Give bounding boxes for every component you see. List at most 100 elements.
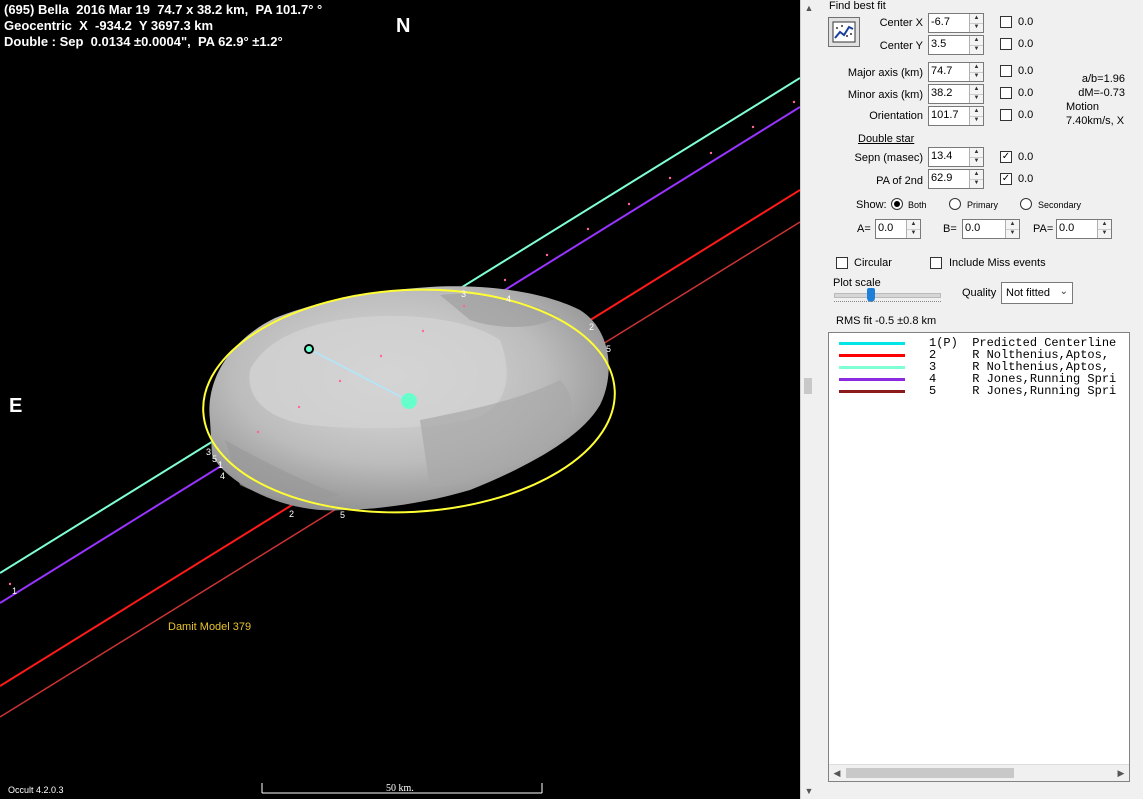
chord-label-1-left: 1 [12,586,17,596]
scroll-left-arrow-icon[interactable]: ◀ [829,765,845,781]
chord-label-2-right: 2 [589,322,594,332]
motion-label: Motion [1066,101,1100,113]
legend-text: 5 R Jones,Running Spri [929,384,1117,398]
plot-scale-slider-thumb[interactable] [867,288,875,302]
primary-center-marker [401,393,417,409]
chord-label-3-left: 3 [206,447,211,457]
orientation-spinner[interactable]: 101.7 ▲ ▼ [928,106,984,126]
chart-fit-icon [832,21,856,43]
plot-canvas: 3 4 2 5 2 5 1 1 3 4 5 [0,77,800,794]
pa-value[interactable]: 0.0 [1059,222,1074,234]
major-axis-checkbox[interactable] [1000,65,1012,77]
b-spinner[interactable]: 0.0 ▲ ▼ [962,219,1020,239]
show-both-radio[interactable] [891,198,903,210]
center-x-checkbox[interactable] [1000,16,1012,28]
center-y-value[interactable]: 3.5 [931,38,946,50]
center-y-checkbox[interactable] [1000,38,1012,50]
b-label: B= [943,223,957,235]
sepn-spinner[interactable]: 13.4 ▲ ▼ [928,147,984,167]
orientation-checkbox[interactable] [1000,109,1012,121]
chord-label-4-left: 4 [220,471,225,481]
show-secondary-label: Secondary [1038,200,1082,210]
pa-2nd-label: PA of 2nd [876,175,923,187]
a-spinner[interactable]: 0.0 ▲ ▼ [875,219,921,239]
minor-axis-check-label: 0.0 [1018,87,1034,99]
spin-down-icon[interactable]: ▼ [970,179,983,188]
panel-vertical-scrollbar[interactable]: ▲ ▼ [800,0,817,799]
find-best-fit-label: Find best fit [829,0,886,12]
minor-axis-value[interactable]: 38.2 [931,87,952,99]
center-y-spinner[interactable]: 3.5 ▲ ▼ [928,35,984,55]
spin-down-icon[interactable]: ▼ [970,157,983,166]
scroll-down-arrow-icon[interactable]: ▼ [801,783,817,799]
include-miss-checkbox[interactable] [930,257,942,269]
orientation-value[interactable]: 101.7 [931,109,959,121]
center-y-label: Center Y [879,40,923,52]
show-primary-radio[interactable] [949,198,961,210]
scale-label: 50 km. [386,783,414,794]
major-axis-value[interactable]: 74.7 [931,65,952,77]
a-value[interactable]: 0.0 [878,222,893,234]
minor-axis-checkbox[interactable] [1000,87,1012,99]
minor-axis-spinner[interactable]: 38.2 ▲ ▼ [928,84,984,104]
spin-down-icon[interactable]: ▼ [970,72,983,81]
pa-2nd-checkbox[interactable]: ✓ [1000,173,1012,185]
chord-label-5-bottom: 5 [340,510,345,520]
ab-ratio: a/b=1.96 [1081,73,1125,85]
version-label: Occult 4.2.0.3 [8,785,64,795]
spin-down-icon[interactable]: ▼ [1098,229,1111,238]
plot-scale-slider-track[interactable] [834,293,941,298]
b-value[interactable]: 0.0 [965,222,980,234]
chord-label-2-bottom: 2 [289,509,294,519]
chord-label-4-top: 4 [506,294,511,304]
a-label: A= [857,223,871,235]
orientation-label: Orientation [869,110,923,122]
east-label: E [9,395,23,417]
occultation-plot: 3 4 2 5 2 5 1 1 3 4 5 (695) Bella 2016 M… [0,0,800,799]
legend-horizontal-scrollbar[interactable]: ◀ ▶ [829,764,1129,781]
center-x-label: Center X [879,17,923,29]
header-double: Double : Sep 0.0134 ±0.0004", PA 62.9° ±… [4,34,283,49]
plot-scale-ticks [834,301,941,305]
chord-label-1-edge: 1 [218,460,223,470]
sepn-label: Sepn (masec) [854,152,923,164]
pa-2nd-spinner[interactable]: 62.9 ▲ ▼ [928,169,984,189]
legend-swatch [839,354,905,357]
legend-swatch [839,378,905,381]
scroll-up-arrow-icon[interactable]: ▲ [801,0,817,16]
spin-down-icon[interactable]: ▼ [970,23,983,32]
spin-down-icon[interactable]: ▼ [970,116,983,125]
scroll-thumb[interactable] [846,768,1014,778]
show-both-label: Both [908,200,927,210]
scroll-thumb[interactable] [804,378,812,394]
circular-checkbox[interactable] [836,257,848,269]
north-label: N [396,15,411,37]
secondary-star-inner [306,346,312,352]
major-axis-spinner[interactable]: 74.7 ▲ ▼ [928,62,984,82]
sepn-check-label: 0.0 [1018,151,1034,163]
scroll-right-arrow-icon[interactable]: ▶ [1113,765,1129,781]
quality-select[interactable]: Not fitted ⌄ [1001,282,1073,304]
rms-fit: RMS fit -0.5 ±0.8 km [836,315,937,327]
dm-value: dM=-0.73 [1078,87,1125,99]
model-label: Damit Model 379 [168,621,252,633]
pa-2nd-value[interactable]: 62.9 [931,172,952,184]
spin-down-icon[interactable]: ▼ [970,45,983,54]
center-x-value[interactable]: -6.7 [931,16,950,28]
header-geocentric: Geocentric X -934.2 Y 3697.3 km [4,18,214,33]
spin-down-icon[interactable]: ▼ [1006,229,1019,238]
find-best-fit-button[interactable] [828,17,860,47]
sepn-checkbox[interactable]: ✓ [1000,151,1012,163]
major-axis-check-label: 0.0 [1018,65,1034,77]
pa-label: PA= [1033,223,1054,235]
pa-spinner[interactable]: 0.0 ▲ ▼ [1056,219,1112,239]
center-x-spinner[interactable]: -6.7 ▲ ▼ [928,13,984,33]
sepn-value[interactable]: 13.4 [931,150,952,162]
spin-down-icon[interactable]: ▼ [907,229,920,238]
fit-control-panel: Find best fit Center X -6.7 ▲ ▼ 0.0 Cente… [817,0,1143,799]
show-secondary-radio[interactable] [1020,198,1032,210]
quality-label: Quality [962,287,997,299]
chord-legend-list[interactable]: 1(P) Predicted Centerline 2 R Nolthenius… [828,332,1130,782]
spin-down-icon[interactable]: ▼ [970,94,983,103]
center-y-check-label: 0.0 [1018,38,1034,50]
